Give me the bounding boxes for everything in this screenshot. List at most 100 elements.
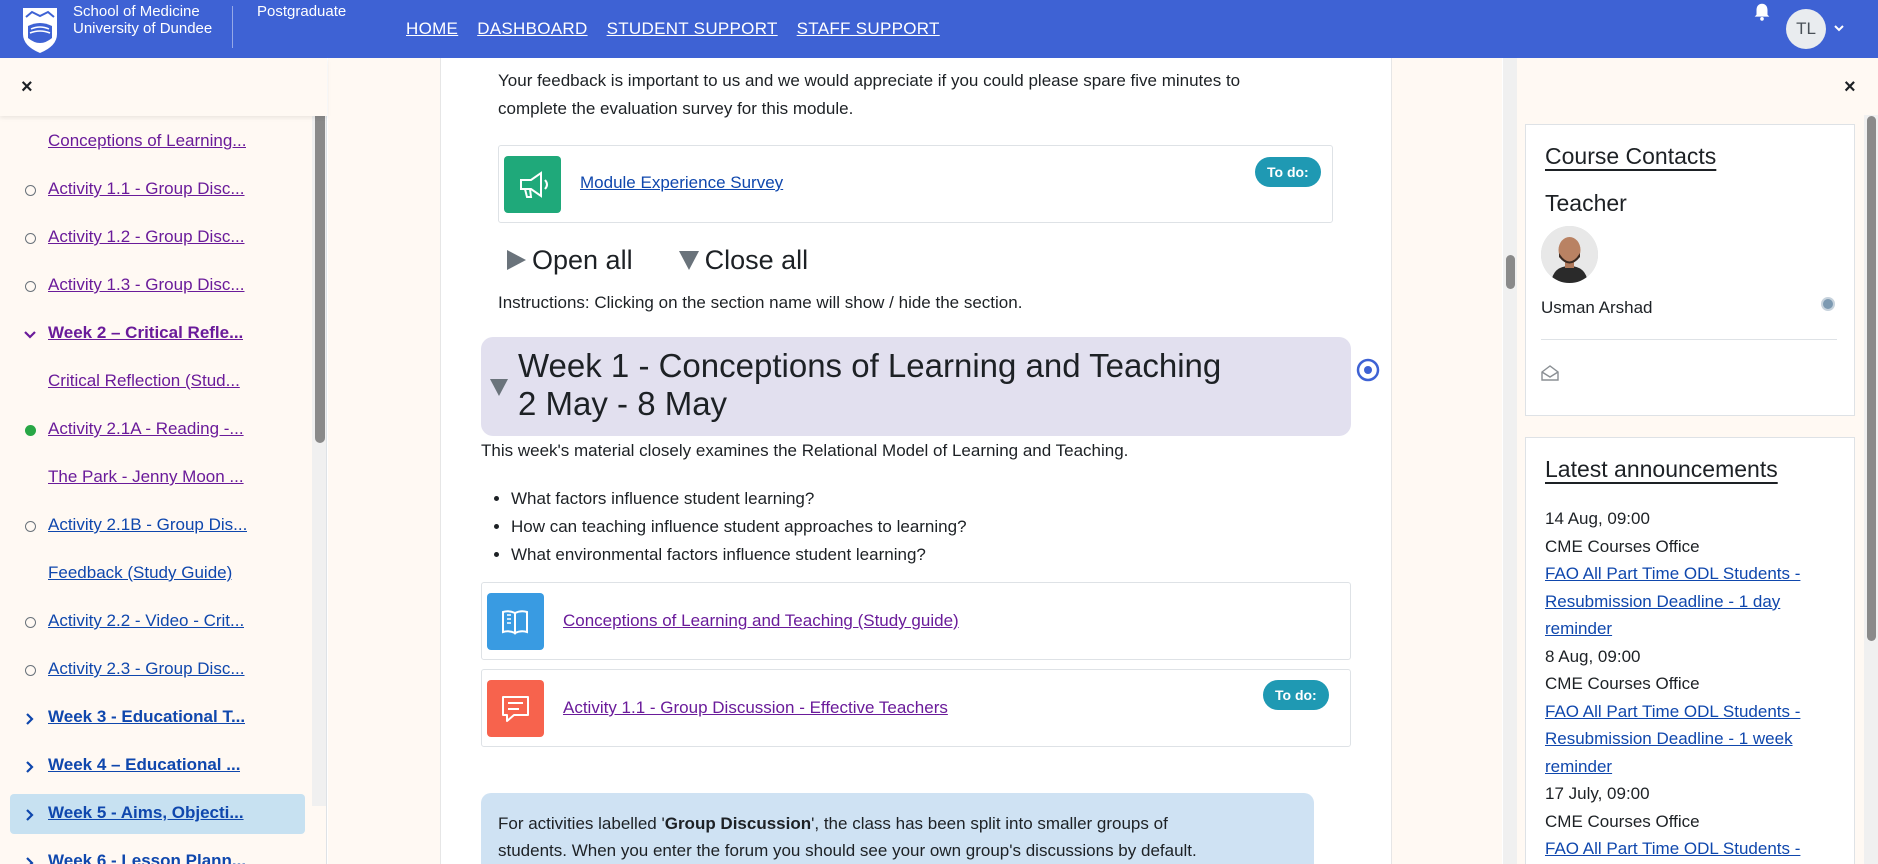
course-index-label[interactable]: Activity 1.2 - Group Disc... (48, 227, 245, 247)
course-index-label[interactable]: Week 4 – Educational ... (48, 755, 240, 775)
course-index-label[interactable]: Activity 1.1 - Group Disc... (48, 179, 245, 199)
close-blocks-drawer-icon[interactable]: × (1844, 77, 1856, 97)
course-index-label[interactable]: Week 6 - Lesson Plann... (48, 851, 246, 864)
contacts-divider (1541, 339, 1837, 340)
course-index-label[interactable]: Activity 2.2 - Video - Crit... (48, 611, 244, 631)
module-experience-survey-link[interactable]: Module Experience Survey (580, 173, 783, 193)
todo-badge: To do: (1263, 680, 1329, 710)
course-index-label[interactable]: The Park - Jenny Moon ... (48, 467, 244, 487)
teacher-avatar[interactable] (1541, 226, 1598, 283)
chevron-down-icon[interactable] (1832, 21, 1846, 35)
main-content-scrollbar[interactable] (1503, 58, 1517, 864)
chevron-right-icon[interactable] (23, 807, 37, 821)
study-guide-link[interactable]: Conceptions of Learning and Teaching (St… (563, 611, 959, 631)
school-name: School of Medicine University of Dundee (73, 3, 212, 37)
close-all-button[interactable]: Close all (677, 245, 808, 276)
forum-icon (502, 696, 529, 722)
incomplete-circle-icon (25, 521, 36, 532)
activity-1-1-link[interactable]: Activity 1.1 - Group Discussion - Effect… (563, 698, 948, 718)
week-title-line2: 2 May - 8 May (518, 385, 728, 422)
course-index-activity[interactable]: Activity 2.2 - Video - Crit... (10, 602, 305, 642)
announcement-item: 8 Aug, 09:00 CME Courses Office FAO All … (1545, 643, 1845, 781)
blocks-scrollbar-thumb[interactable] (1867, 116, 1876, 641)
chevron-right-icon[interactable] (23, 855, 37, 864)
course-index-activity[interactable]: Feedback (Study Guide) (10, 554, 305, 594)
study-guide-icon-tile (487, 593, 544, 650)
section-toggle-controls: Open all Close all (504, 244, 852, 276)
course-index-label[interactable]: Week 2 – Critical Refle... (48, 323, 243, 343)
course-index-list: Conceptions of Learning... Activity 1.1 -… (0, 116, 310, 864)
forum-icon-tile (487, 680, 544, 737)
course-index-section[interactable]: Week 4 – Educational ... (10, 746, 305, 786)
announcement-author: CME Courses Office (1545, 674, 1700, 693)
course-index-label[interactable]: Conceptions of Learning... (48, 131, 246, 151)
main-content-scrollbar-thumb[interactable] (1506, 255, 1515, 289)
school-name-line2: University of Dundee (73, 20, 213, 37)
course-index-section[interactable]: Week 3 - Educational T... (10, 698, 305, 738)
announcement-link[interactable]: FAO All Part Time ODL Students - (1545, 835, 1845, 863)
week-1-section-title[interactable]: Week 1 - Conceptions of Learning and Tea… (518, 347, 1221, 423)
week-title-line1: Week 1 - Conceptions of Learning and Tea… (518, 347, 1222, 384)
course-index-activity[interactable]: The Park - Jenny Moon ... (10, 458, 305, 498)
announcement-link[interactable]: FAO All Part Time ODL Students - Resubmi… (1545, 560, 1845, 643)
header-divider (232, 6, 233, 48)
site-subtitle: Postgraduate (257, 3, 347, 20)
teacher-name[interactable]: Usman Arshad (1541, 298, 1653, 318)
study-guide-activity-card: Conceptions of Learning and Teaching (St… (481, 582, 1351, 660)
announcement-link[interactable]: FAO All Part Time ODL Students - Resubmi… (1545, 698, 1845, 781)
course-index-activity[interactable]: Activity 2.1B - Group Dis... (10, 506, 305, 546)
course-index-label[interactable]: Activity 2.1A - Reading -... (48, 419, 244, 439)
chevron-right-icon[interactable] (23, 711, 37, 725)
course-index-activity[interactable]: Activity 2.3 - Group Disc... (10, 650, 305, 690)
course-index-label[interactable]: Feedback (Study Guide) (48, 563, 232, 583)
message-envelope-icon[interactable] (1541, 364, 1559, 382)
chevron-down-icon[interactable] (23, 327, 37, 341)
course-index-label[interactable]: Activity 2.3 - Group Disc... (48, 659, 245, 679)
user-avatar[interactable]: TL (1786, 9, 1826, 49)
info-text-pre: For activities labelled ' (498, 814, 665, 833)
caret-right-icon (507, 250, 526, 270)
course-index-label[interactable]: Activity 1.3 - Group Disc... (48, 275, 245, 295)
incomplete-circle-icon (25, 617, 36, 628)
nav-staff-support-link[interactable]: STAFF SUPPORT (797, 19, 940, 39)
book-icon (502, 610, 528, 635)
course-index-scrollbar-thumb[interactable] (315, 100, 325, 443)
section-instructions: Instructions: Clicking on the section na… (498, 293, 1023, 312)
nav-student-support-link[interactable]: STUDENT SUPPORT (607, 19, 778, 39)
incomplete-circle-icon (25, 233, 36, 244)
close-course-index-icon[interactable]: × (21, 77, 33, 97)
survey-icon-tile (504, 156, 561, 213)
announcement-item: 17 July, 09:00 CME Courses Office FAO Al… (1545, 780, 1845, 863)
incomplete-circle-icon (25, 281, 36, 292)
course-index-activity[interactable]: Activity 1.1 - Group Disc... (10, 170, 305, 210)
course-index-activity[interactable]: Conceptions of Learning... (10, 122, 305, 162)
no-completion-marker (23, 471, 37, 485)
course-index-activity[interactable]: Critical Reflection (Stud... (10, 362, 305, 402)
nav-home-link[interactable]: HOME (406, 19, 458, 39)
course-index-section[interactable]: Week 5 - Aims, Objecti... (10, 794, 305, 834)
survey-activity-card: Module Experience Survey To do: (498, 145, 1333, 223)
course-index-activity[interactable]: Activity 2.1A - Reading -... (10, 410, 305, 450)
primary-navigation: HOME DASHBOARD STUDENT SUPPORT STAFF SUP… (406, 19, 940, 39)
course-index-activity[interactable]: Activity 1.2 - Group Disc... (10, 218, 305, 258)
megaphone-icon (520, 171, 548, 198)
collapse-section-icon[interactable] (488, 376, 510, 398)
course-index-label[interactable]: Activity 2.1B - Group Dis... (48, 515, 247, 535)
course-contacts-title: Course Contacts (1545, 143, 1717, 169)
course-index-activity[interactable]: Activity 1.3 - Group Disc... (10, 266, 305, 306)
latest-announcements-title: Latest announcements (1545, 456, 1778, 482)
course-index-label[interactable]: Week 3 - Educational T... (48, 707, 245, 727)
course-index-section[interactable]: Week 2 – Critical Refle... (10, 314, 305, 354)
online-status-dot (1821, 297, 1835, 311)
nav-dashboard-link[interactable]: DASHBOARD (477, 19, 587, 39)
chevron-right-icon[interactable] (23, 759, 37, 773)
course-index-label[interactable]: Week 5 - Aims, Objecti... (48, 803, 244, 823)
notification-bell-icon[interactable] (1751, 1, 1773, 23)
course-index-section[interactable]: Week 6 - Lesson Plann... (10, 842, 305, 864)
open-all-button[interactable]: Open all (504, 245, 633, 276)
group-discussion-activity-card: Activity 1.1 - Group Discussion - Effect… (481, 669, 1351, 747)
caret-down-icon (678, 251, 699, 270)
university-crest-logo[interactable] (20, 4, 60, 54)
no-completion-marker (23, 567, 37, 581)
course-index-label[interactable]: Critical Reflection (Stud... (48, 371, 240, 391)
